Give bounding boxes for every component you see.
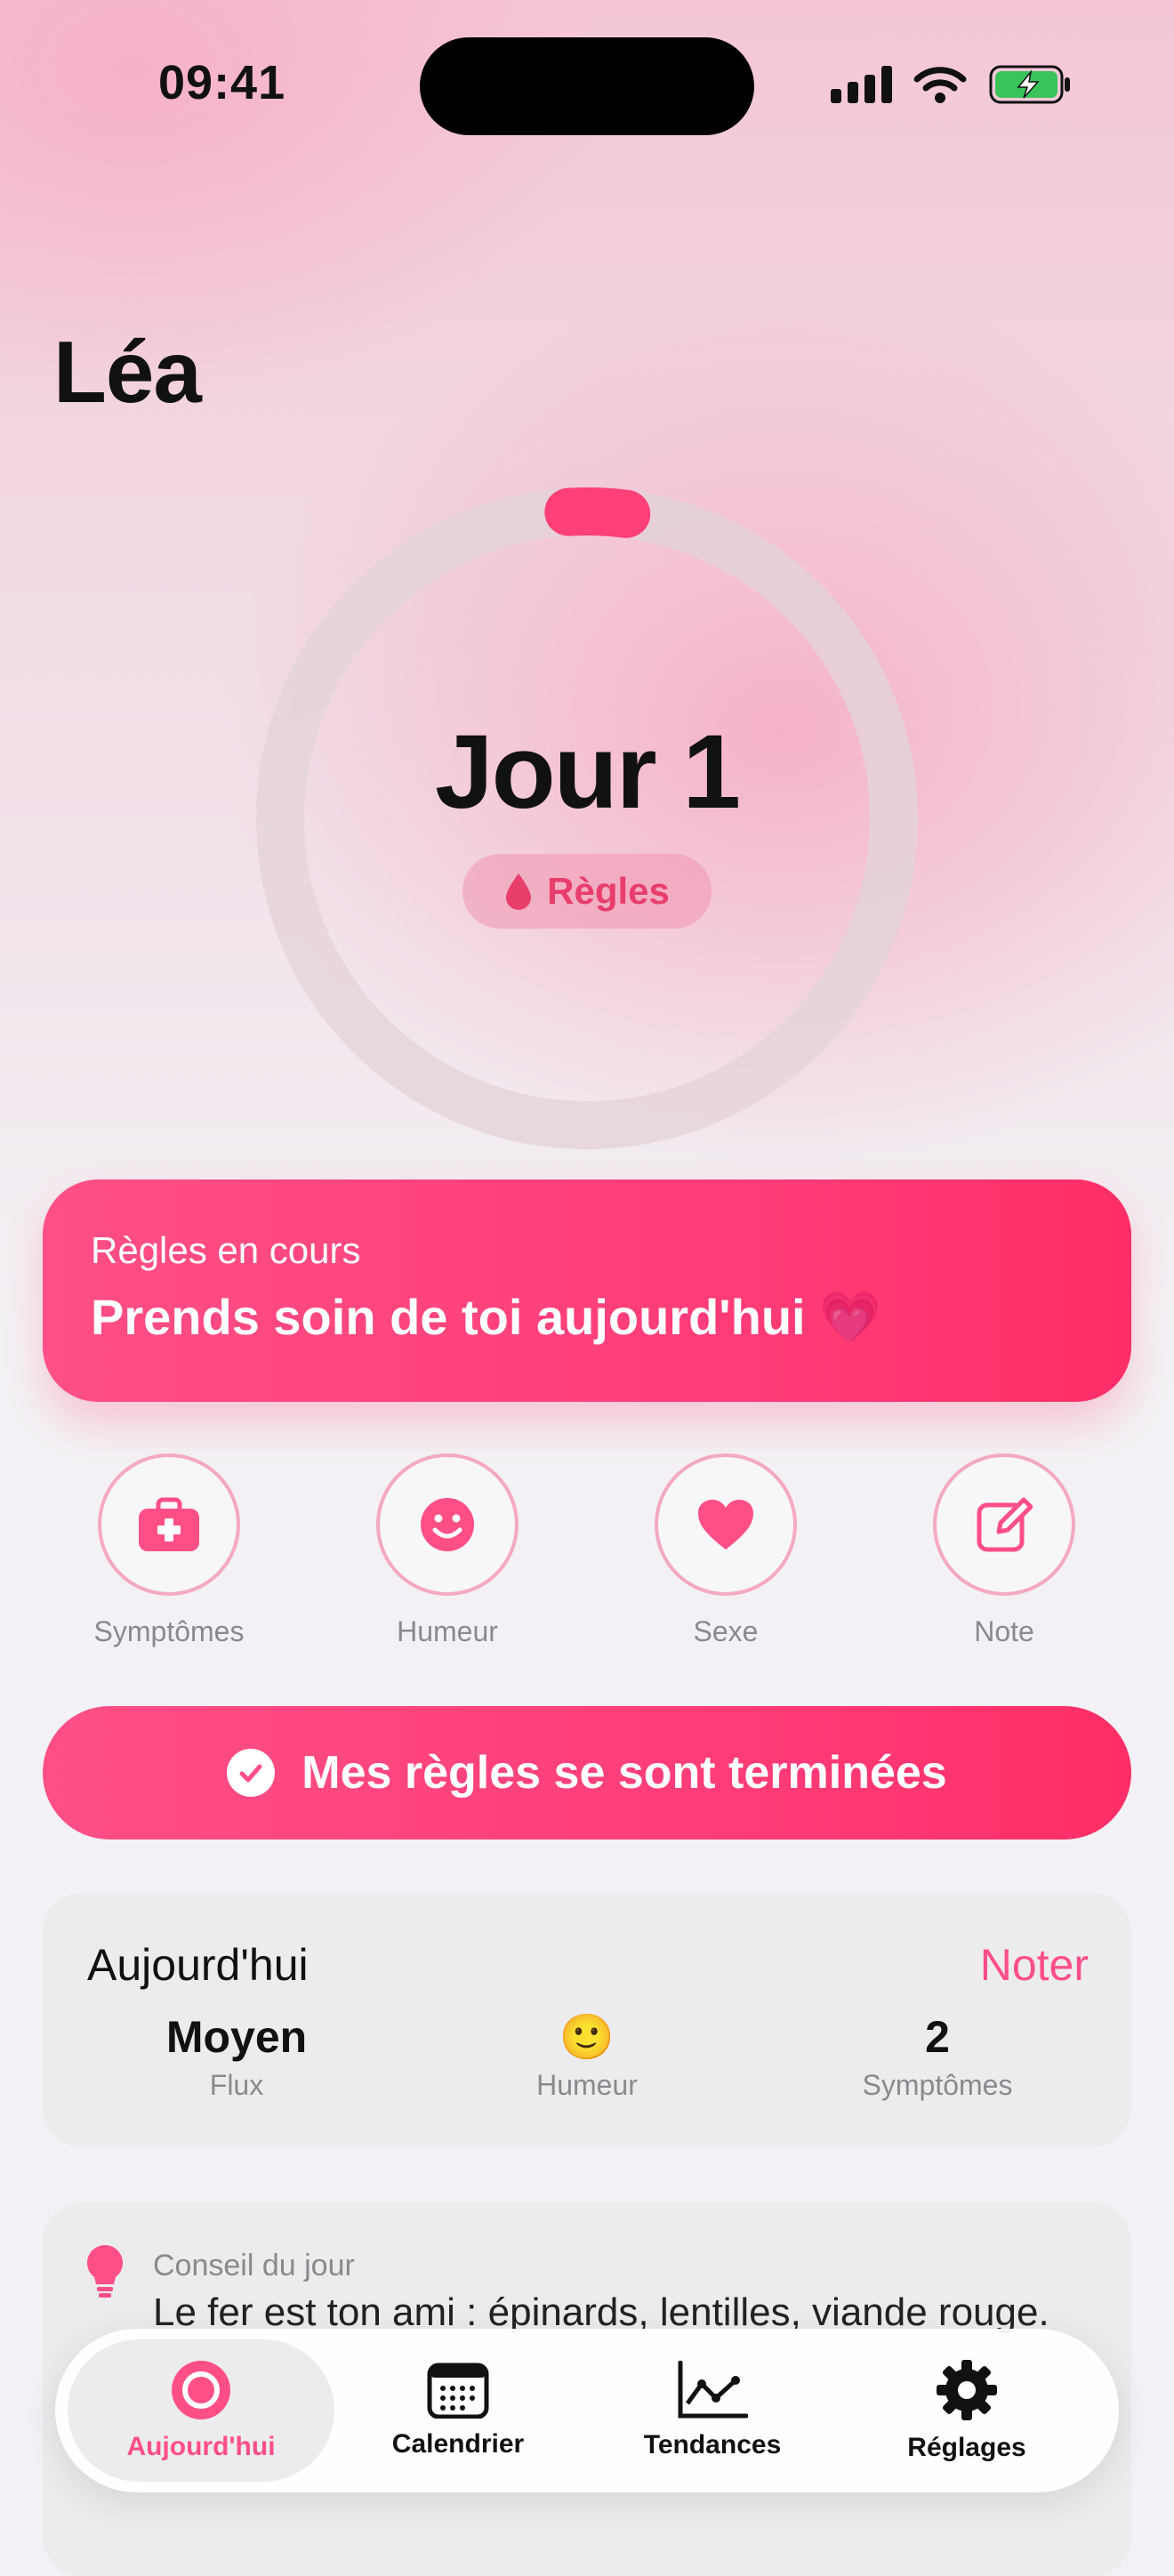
heart-icon bbox=[698, 1500, 753, 1550]
tab-bar: Aujourd'hui Calendrier Tendances Réglage… bbox=[55, 2329, 1119, 2492]
wifi-icon bbox=[913, 67, 967, 103]
page-title: Léa bbox=[53, 323, 202, 421]
status-icons bbox=[831, 62, 1072, 107]
stat-symptoms: 2 Symptômes bbox=[777, 2008, 1098, 2102]
tab-calendar[interactable]: Calendrier bbox=[329, 2329, 587, 2492]
trends-chart-icon bbox=[678, 2361, 748, 2419]
action-mood-label: Humeur bbox=[397, 1615, 498, 1647]
ring-progress-arc bbox=[544, 487, 651, 538]
action-note-button[interactable] bbox=[933, 1453, 1075, 1596]
banner-subtitle: Règles en cours bbox=[91, 1229, 361, 1271]
medical-kit-icon bbox=[139, 1497, 199, 1551]
action-symptoms-label: Symptômes bbox=[93, 1615, 245, 1647]
tab-settings-label: Réglages bbox=[907, 2433, 1026, 2462]
phase-badge: Règles bbox=[462, 854, 712, 929]
action-symptoms-button[interactable] bbox=[98, 1453, 240, 1596]
edit-note-icon bbox=[977, 1497, 1033, 1552]
battery-charging-icon bbox=[989, 65, 1070, 104]
stat-mood-value: 🙂 bbox=[559, 2012, 615, 2062]
action-sex-label: Sexe bbox=[693, 1615, 759, 1647]
calendar-icon bbox=[427, 2363, 489, 2419]
cellular-signal-icon bbox=[831, 66, 892, 103]
action-mood-button[interactable] bbox=[376, 1453, 519, 1596]
tab-settings[interactable]: Réglages bbox=[838, 2329, 1096, 2492]
lightbulb-icon bbox=[87, 2245, 123, 2298]
stat-mood: 🙂 Humeur bbox=[427, 2008, 747, 2102]
phase-label: Règles bbox=[547, 870, 670, 912]
stat-symptoms-label: Symptômes bbox=[862, 2069, 1013, 2101]
banner-title: Prends soin de toi aujourd'hui 💗 bbox=[91, 1289, 881, 1345]
stat-mood-label: Humeur bbox=[536, 2069, 638, 2101]
tip-label: Conseil du jour bbox=[153, 2249, 355, 2282]
tab-trends-label: Tendances bbox=[643, 2430, 782, 2459]
action-symptoms[interactable]: Symptômes bbox=[62, 1453, 276, 1648]
end-period-button[interactable]: Mes règles se sont terminées bbox=[43, 1706, 1131, 1839]
gear-icon bbox=[937, 2360, 997, 2420]
dynamic-island bbox=[420, 37, 754, 135]
status-time: 09:41 bbox=[158, 56, 286, 109]
today-ring-icon bbox=[172, 2361, 230, 2419]
smiley-icon bbox=[421, 1498, 474, 1551]
tab-trends[interactable]: Tendances bbox=[583, 2329, 841, 2492]
stat-flow-label: Flux bbox=[209, 2069, 264, 2101]
action-sex-button[interactable] bbox=[655, 1453, 797, 1596]
action-sex[interactable]: Sexe bbox=[619, 1453, 832, 1648]
tab-today-label: Aujourd'hui bbox=[126, 2432, 276, 2461]
stat-symptoms-value: 2 bbox=[925, 2012, 950, 2062]
log-button[interactable]: Noter bbox=[980, 1939, 1089, 1991]
action-note[interactable]: Note bbox=[897, 1453, 1111, 1648]
action-mood[interactable]: Humeur bbox=[341, 1453, 554, 1648]
drop-icon bbox=[506, 873, 532, 910]
stat-flow-value: Moyen bbox=[165, 2012, 308, 2062]
checkmark-icon bbox=[227, 1749, 276, 1797]
tab-today[interactable]: Aujourd'hui bbox=[68, 2339, 334, 2482]
period-banner: Règles en cours Prends soin de toi aujou… bbox=[43, 1179, 1131, 1402]
cycle-day-title: Jour 1 bbox=[434, 713, 741, 831]
today-title: Aujourd'hui bbox=[87, 1940, 309, 1990]
end-period-label: Mes règles se sont terminées bbox=[302, 1747, 947, 1799]
stat-flow: Moyen Flux bbox=[76, 2008, 397, 2102]
action-note-label: Note bbox=[974, 1615, 1034, 1647]
today-summary-card: Aujourd'hui Noter Moyen Flux 🙂 Humeur 2 … bbox=[43, 1893, 1131, 2147]
tab-calendar-label: Calendrier bbox=[391, 2429, 525, 2459]
